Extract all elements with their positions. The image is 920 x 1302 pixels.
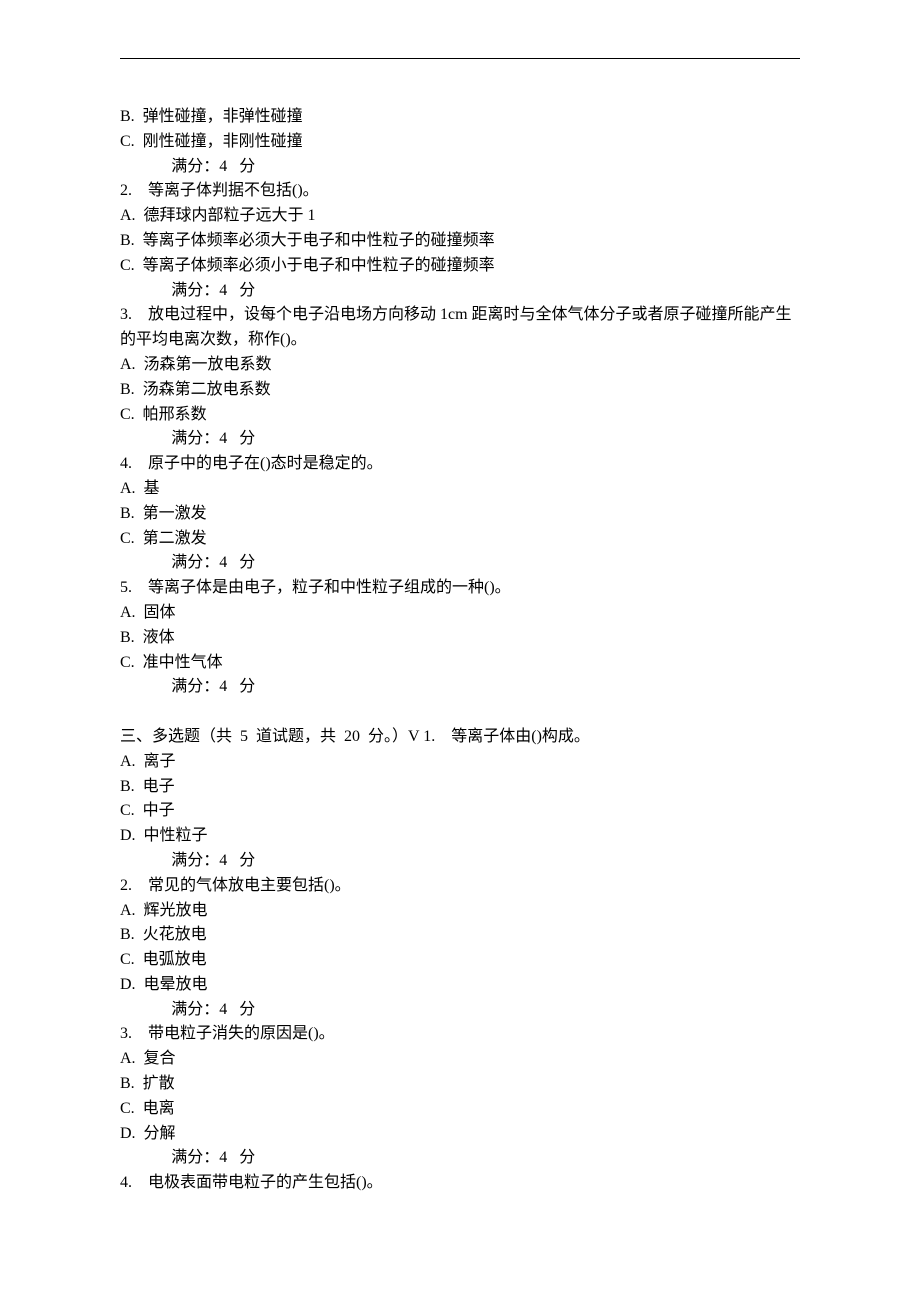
text-line: D. 电晕放电 [120, 973, 800, 998]
text-line: 满分：4 分 [120, 849, 800, 874]
body-text: B. 弹性碰撞，非弹性碰撞C. 刚性碰撞，非刚性碰撞满分：4 分2. 等离子体判… [120, 105, 800, 1196]
text-line: B. 汤森第二放电系数 [120, 378, 800, 403]
text-line [120, 700, 800, 725]
header-rule [120, 58, 800, 59]
text-line: 5. 等离子体是由电子，粒子和中性粒子组成的一种()。 [120, 576, 800, 601]
text-line: C. 等离子体频率必须小于电子和中性粒子的碰撞频率 [120, 254, 800, 279]
text-line: B. 弹性碰撞，非弹性碰撞 [120, 105, 800, 130]
text-line: A. 汤森第一放电系数 [120, 353, 800, 378]
text-line: B. 火花放电 [120, 923, 800, 948]
text-line: C. 刚性碰撞，非刚性碰撞 [120, 130, 800, 155]
text-line: B. 电子 [120, 775, 800, 800]
text-line: A. 德拜球内部粒子远大于 1 [120, 204, 800, 229]
text-line: 满分：4 分 [120, 155, 800, 180]
text-line: 满分：4 分 [120, 1146, 800, 1171]
text-line: C. 准中性气体 [120, 651, 800, 676]
text-line: 3. 放电过程中，设每个电子沿电场方向移动 1cm 距离时与全体气体分子或者原子… [120, 303, 800, 353]
text-line: A. 复合 [120, 1047, 800, 1072]
text-line: B. 液体 [120, 626, 800, 651]
text-line: B. 等离子体频率必须大于电子和中性粒子的碰撞频率 [120, 229, 800, 254]
text-line: C. 电离 [120, 1097, 800, 1122]
text-line: A. 辉光放电 [120, 899, 800, 924]
text-line: 满分：4 分 [120, 427, 800, 452]
document-page: B. 弹性碰撞，非弹性碰撞C. 刚性碰撞，非刚性碰撞满分：4 分2. 等离子体判… [0, 0, 920, 1302]
text-line: 满分：4 分 [120, 675, 800, 700]
text-line: 满分：4 分 [120, 551, 800, 576]
text-line: C. 中子 [120, 799, 800, 824]
text-line: 2. 常见的气体放电主要包括()。 [120, 874, 800, 899]
text-line: 2. 等离子体判据不包括()。 [120, 179, 800, 204]
text-line: B. 第一激发 [120, 502, 800, 527]
text-line: C. 帕邢系数 [120, 403, 800, 428]
text-line: A. 基 [120, 477, 800, 502]
text-line: 4. 电极表面带电粒子的产生包括()。 [120, 1171, 800, 1196]
text-line: 满分：4 分 [120, 279, 800, 304]
text-line: 3. 带电粒子消失的原因是()。 [120, 1022, 800, 1047]
text-line: D. 中性粒子 [120, 824, 800, 849]
text-line: C. 电弧放电 [120, 948, 800, 973]
text-line: D. 分解 [120, 1122, 800, 1147]
text-line: A. 固体 [120, 601, 800, 626]
text-line: 满分：4 分 [120, 998, 800, 1023]
text-line: C. 第二激发 [120, 527, 800, 552]
text-line: 4. 原子中的电子在()态时是稳定的。 [120, 452, 800, 477]
text-line: 三、多选题（共 5 道试题，共 20 分。）V 1. 等离子体由()构成。 [120, 725, 800, 750]
text-line: B. 扩散 [120, 1072, 800, 1097]
text-line: A. 离子 [120, 750, 800, 775]
